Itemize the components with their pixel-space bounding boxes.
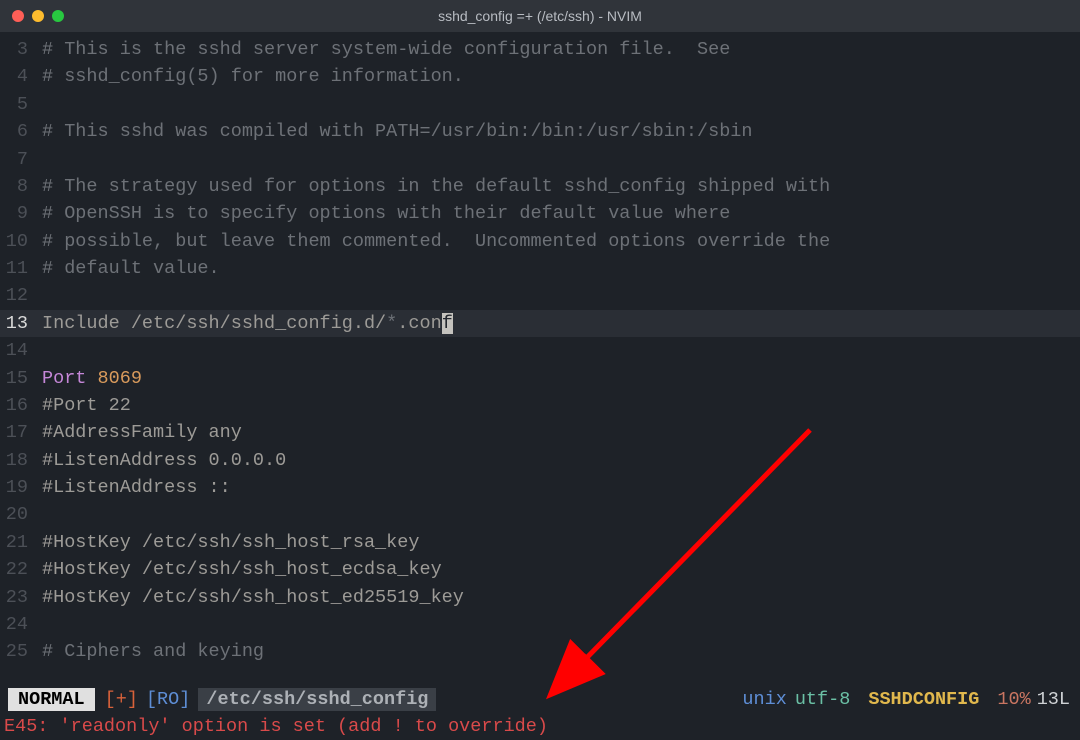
error-message: E45: 'readonly' option is set (add ! to … <box>4 716 548 737</box>
editor-line[interactable]: 21#HostKey /etc/ssh/ssh_host_rsa_key <box>0 529 1080 556</box>
line-number: 13 <box>0 310 42 337</box>
editor-line[interactable]: 4# sshd_config(5) for more information. <box>0 63 1080 90</box>
line-content: #ListenAddress :: <box>42 474 231 501</box>
line-number: 21 <box>0 529 42 556</box>
editor-line[interactable]: 16#Port 22 <box>0 392 1080 419</box>
editor-line[interactable]: 3# This is the sshd server system-wide c… <box>0 36 1080 63</box>
line-content: #HostKey /etc/ssh/ssh_host_rsa_key <box>42 529 419 556</box>
window-title: sshd_config =+ (/etc/ssh) - NVIM <box>438 8 642 24</box>
scroll-percent: 10% <box>997 689 1030 710</box>
line-content: #HostKey /etc/ssh/ssh_host_ecdsa_key <box>42 556 442 583</box>
line-content: # possible, but leave them commented. Un… <box>42 228 830 255</box>
close-window-icon[interactable] <box>12 10 24 22</box>
line-content: # The strategy used for options in the d… <box>42 173 830 200</box>
line-number: 24 <box>0 611 42 638</box>
file-path: /etc/ssh/sshd_config <box>198 688 436 711</box>
editor-line[interactable]: 20 <box>0 501 1080 528</box>
line-position: 13L <box>1037 689 1070 710</box>
editor-line[interactable]: 24 <box>0 611 1080 638</box>
file-encoding: utf-8 <box>795 689 851 710</box>
line-content: Port 8069 <box>42 365 142 392</box>
line-number: 12 <box>0 282 42 309</box>
editor-line[interactable]: 25# Ciphers and keying <box>0 638 1080 665</box>
traffic-lights <box>12 10 64 22</box>
editor-line[interactable]: 7 <box>0 146 1080 173</box>
line-number: 17 <box>0 419 42 446</box>
modified-flag: [+] <box>105 689 138 710</box>
file-format: unix <box>742 689 786 710</box>
line-number: 20 <box>0 501 42 528</box>
editor-line[interactable]: 9# OpenSSH is to specify options with th… <box>0 200 1080 227</box>
editor-line[interactable]: 19#ListenAddress :: <box>0 474 1080 501</box>
line-number: 8 <box>0 173 42 200</box>
command-line[interactable]: E45: 'readonly' option is set (add ! to … <box>0 713 1080 740</box>
editor-line[interactable]: 13Include /etc/ssh/sshd_config.d/*.conf <box>0 310 1080 337</box>
line-number: 18 <box>0 447 42 474</box>
line-number: 22 <box>0 556 42 583</box>
line-content: #Port 22 <box>42 392 131 419</box>
line-content: Include /etc/ssh/sshd_config.d/*.conf <box>42 310 453 337</box>
line-content: #HostKey /etc/ssh/ssh_host_ed25519_key <box>42 584 464 611</box>
editor-line[interactable]: 18#ListenAddress 0.0.0.0 <box>0 447 1080 474</box>
editor-line[interactable]: 10# possible, but leave them commented. … <box>0 228 1080 255</box>
line-number: 5 <box>0 91 42 118</box>
titlebar: sshd_config =+ (/etc/ssh) - NVIM <box>0 0 1080 32</box>
minimize-window-icon[interactable] <box>32 10 44 22</box>
editor-line[interactable]: 15Port 8069 <box>0 365 1080 392</box>
editor-line[interactable]: 22#HostKey /etc/ssh/ssh_host_ecdsa_key <box>0 556 1080 583</box>
statusline: NORMAL [+] [RO] /etc/ssh/sshd_config uni… <box>0 686 1080 713</box>
editor-line[interactable]: 11# default value. <box>0 255 1080 282</box>
editor-line[interactable]: 12 <box>0 282 1080 309</box>
line-number: 23 <box>0 584 42 611</box>
line-number: 6 <box>0 118 42 145</box>
line-content: # Ciphers and keying <box>42 638 264 665</box>
line-content: # OpenSSH is to specify options with the… <box>42 200 730 227</box>
line-number: 4 <box>0 63 42 90</box>
line-content: # This is the sshd server system-wide co… <box>42 36 730 63</box>
file-type: SSHDCONFIG <box>868 689 979 710</box>
maximize-window-icon[interactable] <box>52 10 64 22</box>
readonly-flag: [RO] <box>146 689 190 710</box>
line-number: 15 <box>0 365 42 392</box>
editor-line[interactable]: 17#AddressFamily any <box>0 419 1080 446</box>
editor-line[interactable]: 14 <box>0 337 1080 364</box>
cursor: f <box>442 313 453 334</box>
line-number: 11 <box>0 255 42 282</box>
line-number: 25 <box>0 638 42 665</box>
line-content: # sshd_config(5) for more information. <box>42 63 464 90</box>
editor-line[interactable]: 23#HostKey /etc/ssh/ssh_host_ed25519_key <box>0 584 1080 611</box>
line-number: 16 <box>0 392 42 419</box>
editor-line[interactable]: 6# This sshd was compiled with PATH=/usr… <box>0 118 1080 145</box>
line-number: 19 <box>0 474 42 501</box>
line-content: #ListenAddress 0.0.0.0 <box>42 447 286 474</box>
mode-indicator: NORMAL <box>8 688 95 711</box>
editor-line[interactable]: 5 <box>0 91 1080 118</box>
line-number: 7 <box>0 146 42 173</box>
line-content: #AddressFamily any <box>42 419 242 446</box>
line-number: 3 <box>0 36 42 63</box>
line-content: # default value. <box>42 255 220 282</box>
line-number: 14 <box>0 337 42 364</box>
line-number: 10 <box>0 228 42 255</box>
line-number: 9 <box>0 200 42 227</box>
editor-line[interactable]: 8# The strategy used for options in the … <box>0 173 1080 200</box>
editor-area[interactable]: 3# This is the sshd server system-wide c… <box>0 32 1080 666</box>
line-content: # This sshd was compiled with PATH=/usr/… <box>42 118 753 145</box>
